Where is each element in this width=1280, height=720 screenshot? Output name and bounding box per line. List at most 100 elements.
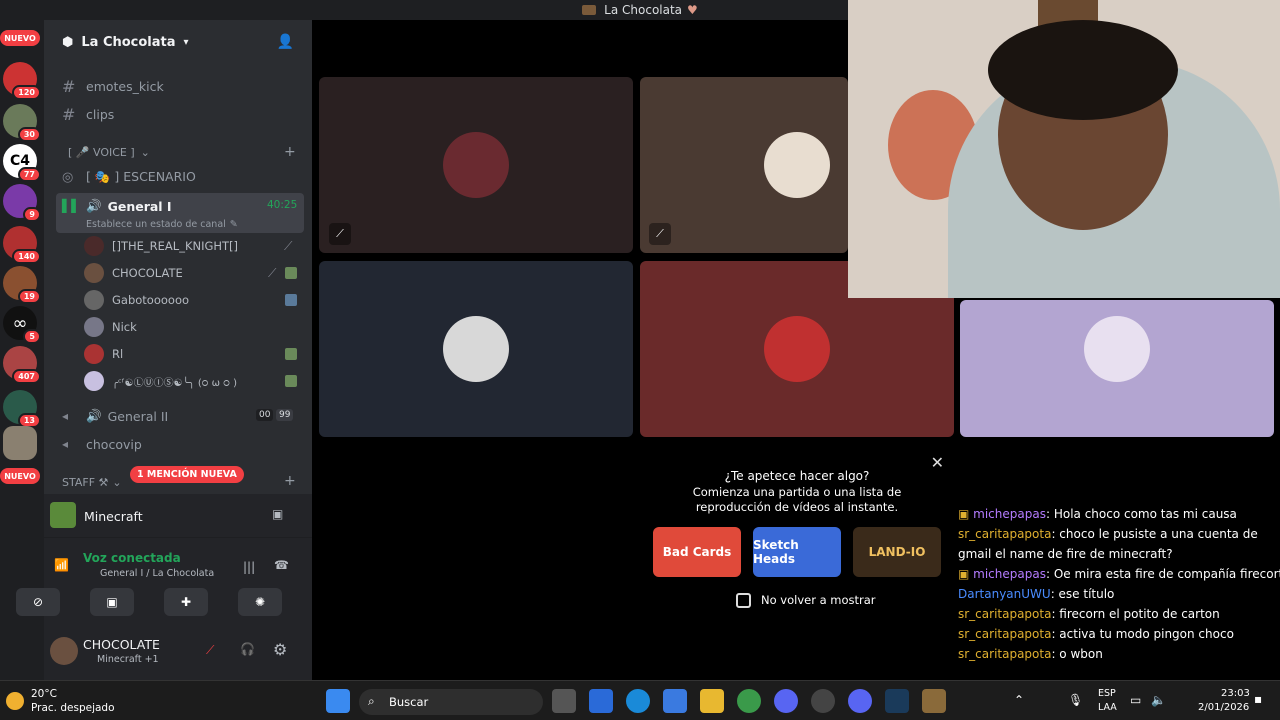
task-view-icon[interactable] — [552, 689, 576, 713]
channel-emotes-kick[interactable]: # emotes_kick — [62, 74, 164, 98]
game-card-sketch-heads[interactable]: Sketch Heads — [753, 527, 841, 577]
close-icon[interactable]: ✕ — [931, 453, 944, 472]
add-channel-icon[interactable]: + — [284, 144, 296, 160]
lang-top[interactable]: ESP — [1098, 688, 1116, 699]
screen-share-button[interactable]: ▣ — [90, 588, 134, 616]
server-icon-2[interactable]: 30 — [3, 104, 41, 142]
chat-username[interactable]: sr_caritapapota — [958, 627, 1051, 641]
steam-icon[interactable] — [885, 689, 909, 713]
game-card-land-io[interactable]: LAND-IO — [853, 527, 941, 577]
chat-username[interactable]: michepapas — [973, 507, 1046, 521]
disconnect-icon[interactable]: ☎ — [274, 558, 289, 572]
channel-chocovip[interactable]: ◂ chocovip — [62, 432, 142, 456]
channel-status[interactable]: Establece un estado de canal ✎ — [86, 212, 238, 236]
user-name[interactable]: CHOCOLATE — [83, 637, 160, 652]
avatar — [764, 316, 830, 382]
voice-user[interactable]: CHOCOLATE — [84, 261, 183, 285]
file-explorer-icon[interactable] — [700, 689, 724, 713]
server-icon-5[interactable]: 140 — [3, 226, 41, 264]
voice-user[interactable]: ╭ᶜᶠ☯ⓁⓊⒾⓈ☯╰╮ (੦ ω ੦ ) — [84, 369, 237, 393]
noise-suppression-icon[interactable]: ||| — [243, 560, 255, 574]
category-voice[interactable]: [ 🎤 VOICE ] ⌄ — [68, 140, 150, 164]
avatar — [764, 132, 830, 198]
channel-general-2[interactable]: ◂ 🔊 General II — [62, 404, 168, 428]
channel-clips[interactable]: # clips — [62, 102, 114, 126]
mic-muted-icon: ⟋ — [284, 239, 293, 253]
chat-text: : Oe mira esta fire de compañía firecort — [1045, 567, 1280, 581]
server-icon-6[interactable]: 19 — [3, 266, 41, 304]
new-label-top[interactable]: NUEVO — [0, 30, 40, 46]
mic-muted-icon: ⟋ — [268, 266, 277, 280]
user-avatar[interactable] — [50, 637, 78, 665]
server-icon-4[interactable]: 9 — [3, 184, 41, 222]
avatar — [84, 290, 104, 310]
server-header[interactable]: ⬢ La Chocolata ▾ 👤 — [44, 20, 312, 64]
headphones-icon[interactable]: 🎧 — [240, 642, 255, 656]
server-icon-9[interactable]: 13 — [3, 390, 41, 428]
minecraft-taskbar-icon[interactable] — [922, 689, 946, 713]
category-staff[interactable]: STAFF ⚒ ⌄ — [62, 470, 122, 494]
invite-icon[interactable]: 👤 — [277, 34, 294, 50]
weather-desc[interactable]: Prac. despejado — [31, 702, 115, 714]
chat-username[interactable]: michepapas — [973, 567, 1046, 581]
channel-time: 40:25 — [267, 199, 298, 211]
game-card-bad-cards[interactable]: Bad Cards — [653, 527, 741, 577]
avatar — [443, 316, 509, 382]
camera-off-button[interactable]: ⊘ — [16, 588, 60, 616]
obs-icon[interactable] — [811, 689, 835, 713]
chrome-icon[interactable] — [737, 689, 761, 713]
server-icon-1[interactable]: 120 — [3, 62, 41, 100]
server-icon-10[interactable] — [3, 426, 37, 460]
dont-show-checkbox[interactable] — [736, 593, 751, 608]
volume-icon[interactable]: 🔈 — [1151, 693, 1166, 707]
voice-user[interactable]: Rl — [84, 342, 123, 366]
signal-icon: 📶 — [54, 558, 69, 572]
voice-tile[interactable]: ⟋ — [319, 77, 633, 253]
voice-tile[interactable] — [960, 300, 1274, 437]
mic-icon[interactable]: 🎙 — [1068, 693, 1083, 707]
server-icon-8[interactable]: 407 — [3, 346, 41, 384]
server-boost-icon: ⬢ — [62, 34, 74, 50]
soundboard-icon: ✺ — [254, 595, 266, 609]
soundboard-button[interactable]: ✺ — [238, 588, 282, 616]
chat-username[interactable]: sr_caritapapota — [958, 527, 1051, 541]
chat-username[interactable]: sr_caritapapota — [958, 607, 1051, 621]
voice-user[interactable]: []THE_REAL_KNIGHT[] — [84, 234, 238, 258]
voice-tile[interactable]: ⟋ — [640, 77, 848, 253]
notification-icon[interactable]: ▪ — [1254, 692, 1262, 706]
voice-location[interactable]: General I / La Chocolata — [100, 568, 214, 579]
new-label-bottom[interactable]: NUEVO — [0, 468, 40, 484]
search-box[interactable]: ⌕ Buscar — [359, 689, 543, 715]
app-icon[interactable] — [848, 689, 872, 713]
avatar — [84, 317, 104, 337]
mic-muted-icon[interactable]: ⟋ — [206, 643, 214, 658]
lang-bottom[interactable]: LAA — [1098, 702, 1117, 713]
screen-share-icon[interactable]: ▣ — [272, 507, 283, 521]
chat-username[interactable]: DartanyanUWU — [958, 587, 1051, 601]
channel-stage[interactable]: ◎[ 🎭 ] ESCENARIO — [62, 165, 196, 189]
settings-gear-icon[interactable]: ⚙ — [273, 640, 287, 659]
voice-tile[interactable] — [319, 261, 633, 437]
clock-date[interactable]: 2/01/2026 — [1198, 702, 1249, 713]
weather-temp[interactable]: 20°C — [31, 688, 57, 700]
outlook-icon[interactable] — [589, 689, 613, 713]
activities-button[interactable]: ✚ — [164, 588, 208, 616]
start-icon[interactable] — [326, 689, 350, 713]
discord-icon[interactable] — [774, 689, 798, 713]
network-icon[interactable]: ▭ — [1130, 693, 1141, 707]
edge-icon[interactable] — [626, 689, 650, 713]
infinity-server-icon[interactable]: ∞ 5 — [3, 306, 41, 344]
chevron-up-icon[interactable]: ⌃ — [1014, 693, 1024, 707]
add-channel-icon[interactable]: + — [284, 473, 296, 489]
voice-status[interactable]: Voz conectada — [83, 551, 181, 565]
server-icon-c4[interactable]: C4 77 — [3, 144, 41, 182]
mic-muted-icon: ⟋ — [649, 223, 671, 245]
activity-panel: Minecraft ▣ — [44, 494, 312, 538]
voice-user[interactable]: Gabotoooooo — [84, 288, 189, 312]
mention-pill[interactable]: 1 MENCIÓN NUEVA — [130, 466, 244, 483]
chat-username[interactable]: sr_caritapapota — [958, 647, 1051, 661]
clock-time[interactable]: 23:03 — [1221, 688, 1250, 699]
voice-user[interactable]: Nick — [84, 315, 137, 339]
webcam-overlay — [848, 0, 1280, 298]
store-icon[interactable] — [663, 689, 687, 713]
